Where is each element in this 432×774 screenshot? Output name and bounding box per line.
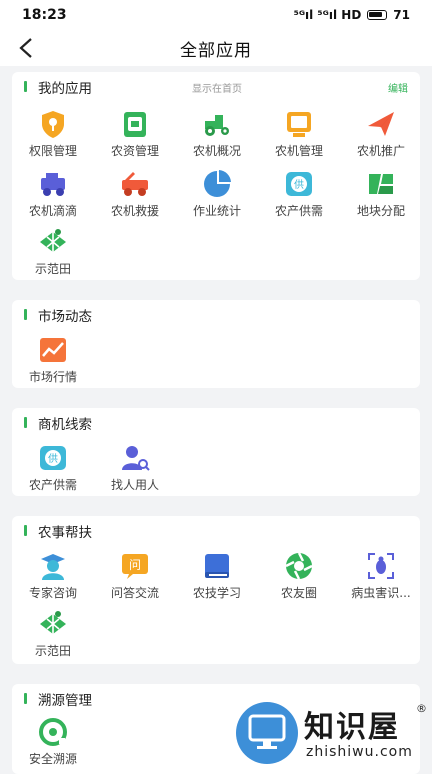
app-promote[interactable]: 农机推广 [340,108,422,164]
app-land-plot[interactable]: 地块分配 [340,168,422,224]
section-title: 市场动态 [38,309,92,325]
section-title: 农事帮扶 [38,525,92,541]
app-machine-manage[interactable]: 农机管理 [258,108,340,164]
app-pest-scan[interactable]: 病虫害识... [340,550,422,606]
circle-icon [285,552,313,580]
section-farming: 农事帮扶 专家咨询 问 问答交流 农技学习 农友圈 病虫害识... 示范田 [12,516,420,664]
app-permission[interactable]: 权限管理 [12,108,94,164]
pie-chart-icon [204,170,231,197]
app-qa[interactable]: 问 问答交流 [94,550,176,606]
app-circle[interactable]: 农友圈 [258,550,340,606]
book-icon [205,554,229,578]
section-hint: 显示在首页 [192,84,242,95]
supply-demand-icon: 供 [40,446,66,470]
trend-icon [40,338,66,362]
app-learn[interactable]: 农技学习 [176,550,258,606]
section-title: 我的应用 [38,81,92,97]
app-supply-demand-2[interactable]: 供 农产供需 [12,442,94,498]
qa-icon: 问 [122,554,148,579]
page-title: 全部应用 [180,40,252,61]
section-title: 商机线索 [38,417,92,433]
app-rescue[interactable]: 农机救援 [94,168,176,224]
signal-icon: ⁵ᴳıl ⁵ᴳıl HD [293,8,362,22]
expert-icon [41,554,65,580]
machine-manage-icon [287,112,311,137]
promote-icon [368,112,394,136]
back-arrow-icon [19,38,32,58]
app-expert[interactable]: 专家咨询 [12,550,94,606]
demo-field-icon [40,229,66,252]
watermark-brand: 知识屋 [304,710,400,745]
app-stats[interactable]: 作业统计 [176,168,258,224]
supply-demand-icon: 供 [286,172,312,196]
section-marker [24,525,27,536]
svg-text:供: 供 [48,452,58,465]
app-tractor[interactable]: 农机概况 [176,108,258,164]
section-my-apps: 我的应用 显示在首页 编辑 权限管理 农资管理 农机概况 农机管理 农机推广 农… [12,72,420,280]
tractor-icon [205,115,229,136]
section-title: 溯源管理 [38,693,92,709]
section-marker [24,81,27,92]
section-marker [24,309,27,320]
app-machine-hail[interactable]: 农机滴滴 [12,168,94,224]
rescue-truck-icon [122,172,148,196]
svg-text:供: 供 [294,178,304,191]
watermark-logo-icon [236,702,298,764]
section-market: 市场动态 市场行情 [12,300,420,388]
app-supply-demand[interactable]: 供 农产供需 [258,168,340,224]
supplies-icon [124,112,146,137]
watermark-registered: ® [416,702,427,715]
app-demo-field[interactable]: 示范田 [12,226,94,282]
app-market-trend[interactable]: 市场行情 [12,334,94,390]
back-button[interactable] [10,32,42,64]
svg-text:问: 问 [129,558,141,572]
status-bar: 18:23 ⁵ᴳıl ⁵ᴳıl HD 71 [0,0,432,30]
status-indicators: ⁵ᴳıl ⁵ᴳıl HD 71 [294,8,410,22]
watermark: 知识屋 ® zhishiwu.com [232,700,432,768]
battery-icon [367,10,388,20]
machine-hail-icon [41,173,65,196]
app-trace[interactable]: 安全溯源 [12,716,94,772]
battery-level: 71 [393,8,410,22]
app-supplies[interactable]: 农资管理 [94,108,176,164]
edit-button[interactable]: 编辑 [388,80,408,95]
app-find-person[interactable]: 找人用人 [94,442,176,498]
status-time: 18:23 [22,7,67,23]
permission-icon [42,111,64,138]
land-plot-icon [369,174,393,194]
demo-field-icon [40,611,66,634]
watermark-site: zhishiwu.com [306,744,413,760]
section-business: 商机线索 供 农产供需 找人用人 [12,408,420,496]
pest-scan-icon [368,553,394,579]
section-marker [24,693,27,704]
nav-bar: 全部应用 [0,30,432,66]
app-demo-field-2[interactable]: 示范田 [12,608,94,664]
trace-icon [39,718,67,746]
section-marker [24,417,27,428]
find-person-icon [122,446,150,471]
